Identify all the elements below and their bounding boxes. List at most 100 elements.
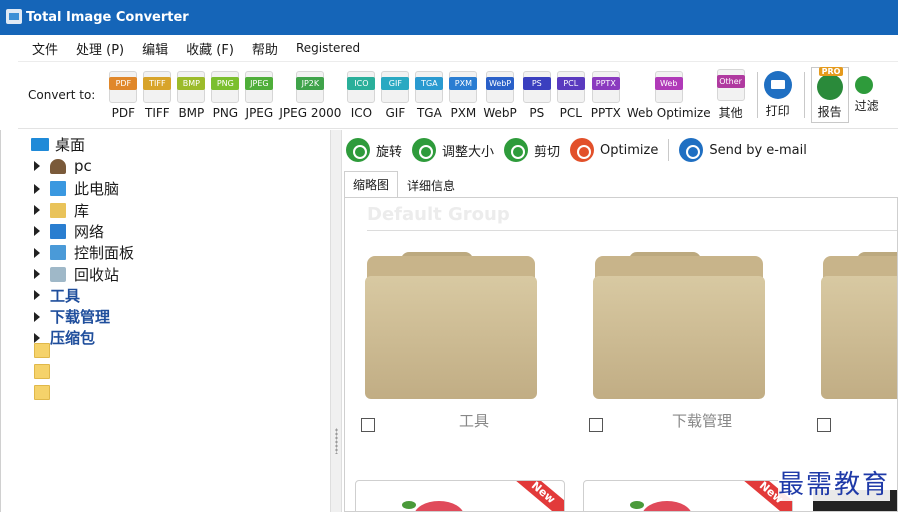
convert-webp-button[interactable]: WebP WebP — [483, 70, 517, 120]
convert-web-optimize-button[interactable]: Web Web Optimize — [627, 70, 711, 120]
format-label: PCL — [559, 105, 582, 120]
image-thumbnail[interactable]: New — [583, 480, 793, 511]
convert-bmp-button[interactable]: BMP BMP — [177, 70, 206, 120]
folder-icon — [34, 364, 50, 380]
file-format-icon: PCL — [556, 70, 585, 103]
expand-arrow-icon[interactable] — [34, 205, 40, 216]
select-checkbox[interactable] — [817, 418, 831, 432]
expand-arrow-icon[interactable] — [34, 226, 40, 237]
convert-tga-button[interactable]: TGA TGA — [415, 70, 444, 120]
format-tag: Web — [654, 76, 683, 90]
menu-process[interactable]: 处理 (P) — [76, 39, 124, 58]
watermark: 最需教育 — [778, 464, 891, 501]
report-icon — [816, 74, 843, 100]
menu-edit[interactable]: 编辑 — [142, 39, 168, 58]
expand-arrow-icon[interactable] — [34, 290, 40, 301]
convert-pptx-button[interactable]: PPTX PPTX — [591, 70, 621, 120]
window-title: Total Image Converter — [26, 10, 189, 25]
email-icon — [679, 138, 704, 162]
optimize-icon — [570, 138, 595, 162]
folder-thumbnail[interactable] — [583, 252, 773, 401]
folder-thumbnail[interactable] — [355, 252, 545, 401]
tree-node[interactable]: 库 — [34, 200, 89, 221]
rotate-button[interactable]: 旋转 — [346, 138, 402, 162]
tree-node[interactable]: 网络 — [34, 221, 104, 242]
tree-node[interactable]: 工具 — [34, 285, 80, 358]
filter-button[interactable]: 过滤 — [854, 76, 879, 114]
folder-thumbnail[interactable] — [811, 252, 897, 401]
file-format-icon: Other — [716, 69, 745, 101]
format-tag: PDF — [109, 76, 138, 90]
crop-icon — [504, 138, 529, 162]
select-checkbox[interactable] — [589, 418, 603, 432]
convert-ps-button[interactable]: PS PS — [522, 70, 551, 120]
pane-splitter[interactable] — [330, 130, 342, 512]
new-badge: New — [511, 481, 564, 511]
format-tag: PCL — [556, 76, 585, 90]
optimize-button[interactable]: Optimize — [570, 138, 658, 162]
splitter-grip[interactable] — [335, 428, 338, 454]
convert-jpeg-2000-button[interactable]: JP2K JPEG 2000 — [279, 70, 342, 120]
convert-其他-button[interactable]: Other 其他 — [716, 69, 745, 121]
tree-node[interactable]: 下载管理 — [34, 306, 111, 380]
convert-gif-button[interactable]: GIF GIF — [381, 70, 410, 120]
format-label: TIFF — [145, 105, 170, 120]
format-tag: TGA — [415, 76, 444, 90]
report-button[interactable]: PRO 报告 — [810, 67, 849, 123]
view-tabs: 缩略图 详细信息 — [344, 170, 464, 198]
menu-file[interactable]: 文件 — [32, 39, 58, 58]
convert-pcl-button[interactable]: PCL PCL — [556, 70, 585, 120]
tree-node[interactable]: 控制面板 — [34, 242, 134, 263]
file-format-icon: PNG — [211, 70, 240, 103]
convert-pxm-button[interactable]: PXM PXM — [449, 70, 478, 120]
tree-node-label: 控制面板 — [74, 244, 135, 263]
folder-front — [365, 276, 537, 399]
send-email-button[interactable]: Send by e-mail — [679, 138, 807, 162]
expand-arrow-icon[interactable] — [34, 269, 40, 279]
folder-front — [821, 276, 897, 399]
tree-node-label: pc — [74, 157, 92, 175]
crop-button[interactable]: 剪切 — [504, 138, 560, 162]
tree-node[interactable]: pc — [34, 157, 92, 175]
expand-arrow-icon[interactable] — [34, 161, 40, 171]
tree-node[interactable]: 回收站 — [34, 264, 119, 285]
expand-arrow-icon[interactable] — [34, 247, 40, 258]
menu-registered[interactable]: Registered — [296, 41, 360, 55]
format-tag: Other — [716, 75, 745, 88]
tree-root-desktop[interactable]: 桌面 — [31, 134, 85, 155]
format-label: 其他 — [718, 106, 743, 120]
tree-node-label: 压缩包 — [50, 329, 96, 348]
menu-favorites[interactable]: 收藏 (F) — [186, 39, 234, 58]
action-separator — [668, 139, 670, 161]
convert-jpeg-button[interactable]: JPEG JPEG — [245, 70, 274, 120]
tab-details[interactable]: 详细信息 — [398, 172, 464, 198]
tab-thumbnails[interactable]: 缩略图 — [344, 171, 399, 198]
select-checkbox[interactable] — [361, 418, 375, 432]
print-button[interactable]: 打印 — [763, 71, 792, 119]
file-format-icon: PS — [522, 70, 551, 103]
convert-tiff-button[interactable]: TIFF TIFF — [143, 70, 172, 120]
convert-ico-button[interactable]: ICO ICO — [347, 70, 376, 120]
filter-label: 过滤 — [854, 99, 879, 113]
filter-icon — [854, 76, 873, 94]
tree-node[interactable]: 压缩包 — [34, 327, 96, 401]
convert-to-label: Convert to: — [28, 88, 96, 102]
image-thumbnail[interactable]: New — [355, 480, 565, 511]
convert-png-button[interactable]: PNG PNG — [211, 70, 240, 120]
format-tag: PS — [522, 76, 551, 90]
expand-arrow-icon[interactable] — [34, 332, 40, 343]
format-label: JPEG 2000 — [279, 105, 342, 120]
format-tag: ICO — [347, 76, 376, 90]
format-label: PXM — [450, 105, 477, 120]
tree-node-label: 网络 — [74, 222, 105, 241]
toolbar-separator — [803, 72, 805, 118]
expand-arrow-icon[interactable] — [34, 183, 40, 194]
expand-arrow-icon[interactable] — [34, 311, 40, 322]
tree-node-label: 下载管理 — [50, 308, 111, 327]
computer-icon — [50, 181, 66, 197]
tree-node[interactable]: 此电脑 — [34, 178, 119, 199]
menu-help[interactable]: 帮助 — [252, 39, 278, 58]
convert-pdf-button[interactable]: PDF PDF — [109, 70, 138, 120]
format-tag: BMP — [177, 76, 206, 90]
resize-button[interactable]: 调整大小 — [412, 138, 494, 162]
